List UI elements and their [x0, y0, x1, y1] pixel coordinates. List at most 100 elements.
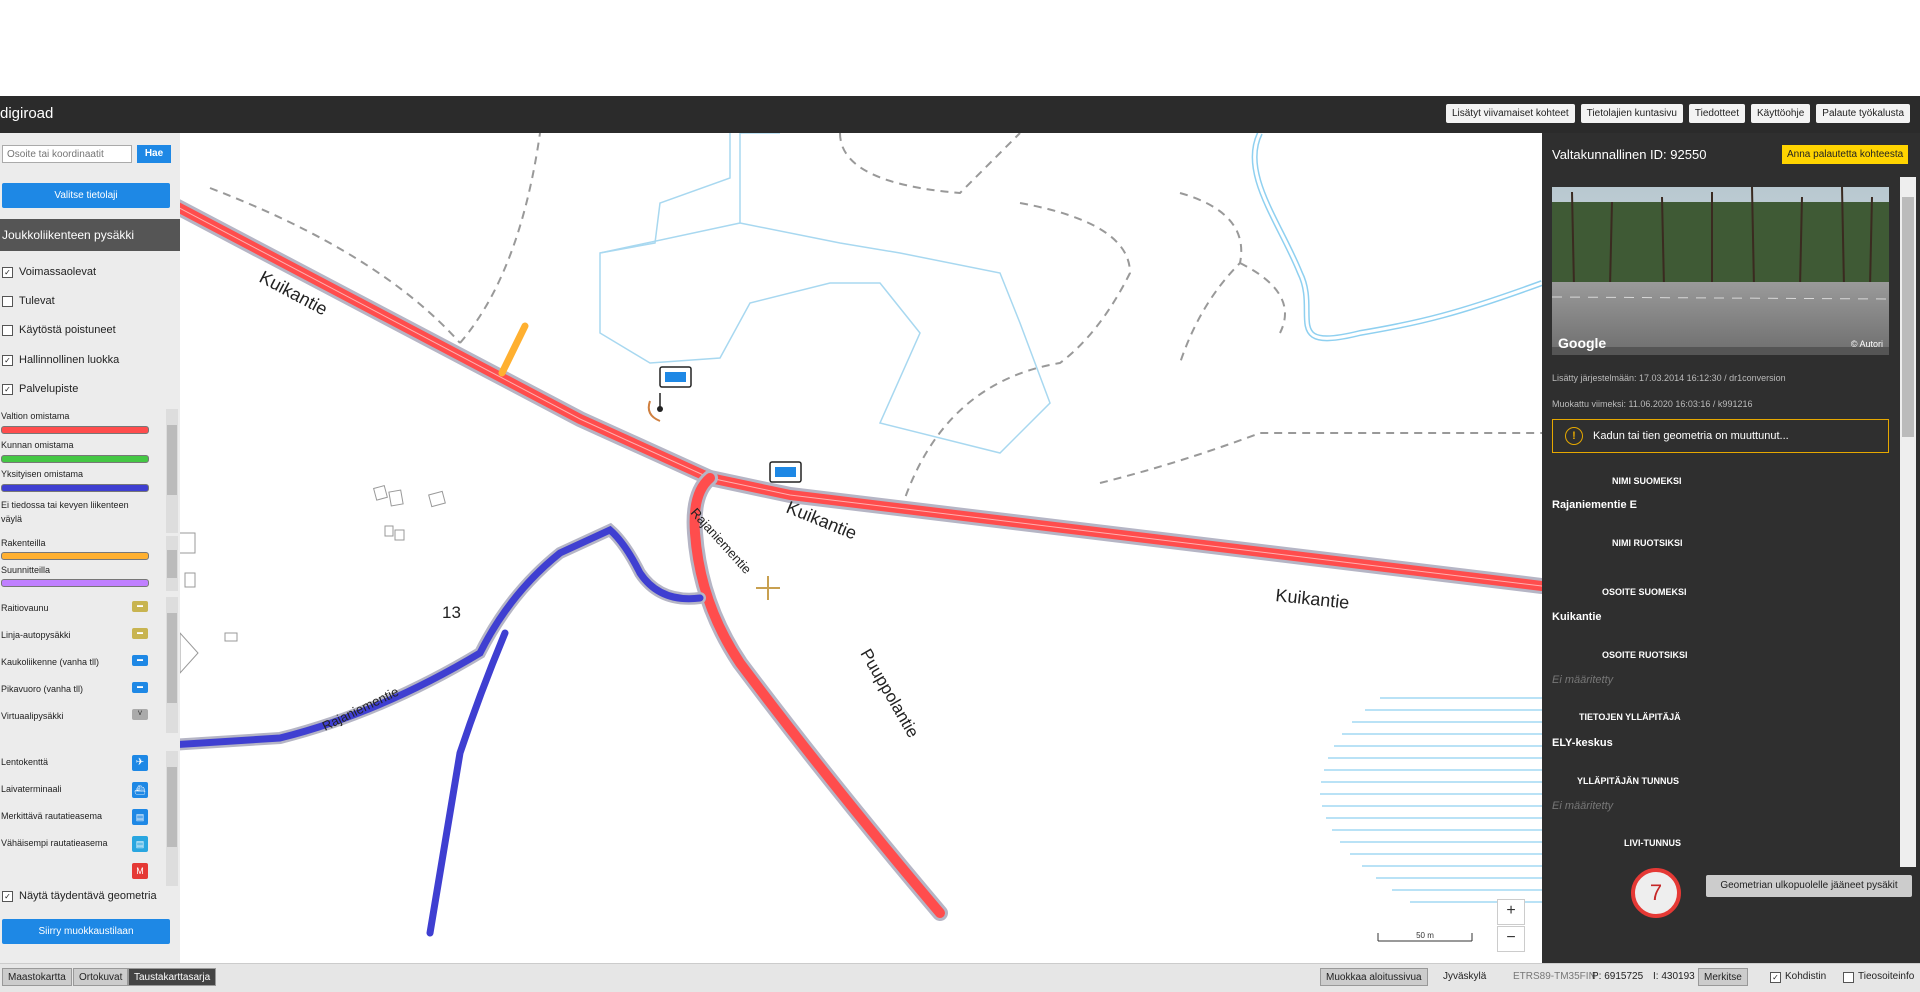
field-label: OSOITE SUOMEKSI: [1602, 587, 1687, 597]
field-value: Ei määritetty: [1552, 800, 1614, 812]
field-label: NIMI RUOTSIKSI: [1612, 538, 1683, 548]
ship-icon: ⛴: [132, 782, 148, 798]
filter-kaytosta-poistuneet[interactable]: Käytöstä poistuneet: [2, 324, 116, 336]
bus-icon: ▬: [132, 628, 148, 639]
stop-type-item: Virtuaalipysäkki V: [0, 705, 162, 732]
field-value: Rajaniementie E: [1552, 499, 1637, 511]
ownership-legend: Valtion omistama Kunnan omistama Yksityi…: [0, 409, 162, 533]
edit-mode-button[interactable]: Siirry muokkaustilaan: [2, 919, 170, 944]
service-point-item: metro-iconM: [0, 859, 162, 886]
filter-palvelupiste[interactable]: ✓ Palvelupiste: [2, 383, 78, 395]
outside-geometry-stops-button[interactable]: Geometrian ulkopuolelle jääneet pysäkit: [1706, 875, 1912, 897]
panel-scrollbar[interactable]: [1900, 177, 1916, 867]
zoom-in-button[interactable]: +: [1497, 899, 1525, 925]
filter-hallinnollinen-luokka[interactable]: ✓ Hallinnollinen luokka: [2, 354, 119, 366]
stop-type-item: Linja-autopysäkki ▬: [0, 624, 162, 651]
legend-item: Yksityisen omistama: [0, 467, 162, 496]
search-input[interactable]: [2, 145, 132, 163]
scroll-thumb[interactable]: [167, 767, 177, 847]
street-view-image[interactable]: Google © Autori: [1552, 187, 1889, 355]
service-points-scrollbar[interactable]: [166, 751, 178, 886]
field-value: Ei määritetty: [1552, 674, 1614, 686]
legend-item: Rakenteilla: [0, 536, 162, 563]
link-tiedotteet[interactable]: Tiedotteet: [1688, 104, 1746, 123]
coach-icon: ▬: [132, 655, 148, 666]
road-info-toggle[interactable]: Tieosoiteinfo: [1838, 968, 1919, 986]
train-icon: ▤: [132, 809, 148, 825]
supplementary-geometry-toggle[interactable]: ✓ Näytä täydentävä geometria: [2, 890, 157, 902]
map-canvas[interactable]: Kuikantie Kuikantie Kuikantie Rajaniemen…: [180, 133, 1542, 963]
link-kayttoohje[interactable]: Käyttöohje: [1751, 104, 1811, 123]
top-links: Lisätyt viivamaiset kohteet Tietolajien …: [1445, 104, 1920, 123]
field-label: OSOITE RUOTSIKSI: [1602, 650, 1688, 660]
field-label: YLLÄPITÄJÄN TUNNUS: [1577, 776, 1680, 786]
legend-item: Suunnitteilla: [0, 563, 162, 590]
digiroad-logo[interactable]: digiroad: [0, 105, 53, 122]
legend-item: Valtion omistama: [0, 409, 162, 438]
coordinate-i: I: 430193: [1653, 971, 1695, 982]
link-tietolajien-kuntasivu[interactable]: Tietolajien kuntasivu: [1580, 104, 1683, 123]
express-icon: ▬: [132, 682, 148, 693]
basemap-ortokuvat[interactable]: Ortokuvat: [73, 968, 129, 986]
construction-scrollbar[interactable]: [166, 536, 178, 591]
building-number-label: 13: [442, 603, 461, 622]
checkbox-checked[interactable]: ✓: [2, 354, 13, 366]
search-button[interactable]: Hae: [137, 145, 171, 163]
zoom-out-button[interactable]: −: [1497, 926, 1525, 952]
link-palaute-tyokalusta[interactable]: Palaute työkalusta: [1816, 104, 1910, 123]
legend-line-orange: [1, 552, 149, 560]
checkbox-checked[interactable]: ✓: [2, 383, 13, 395]
outside-stops-count-badge[interactable]: 7: [1631, 868, 1681, 918]
field-label: LIVI-TUNNUS: [1624, 838, 1681, 848]
legend-line-blue: [1, 484, 149, 492]
edit-start-page-button[interactable]: Muokkaa aloitussivua: [1320, 968, 1428, 986]
coordinate-p: P: 6915725: [1592, 971, 1644, 982]
scroll-thumb[interactable]: [1902, 197, 1914, 437]
stop-types-scrollbar[interactable]: [166, 597, 178, 733]
scroll-thumb[interactable]: [167, 613, 177, 703]
ownership-scrollbar[interactable]: [166, 409, 178, 533]
scroll-thumb[interactable]: [167, 425, 177, 495]
basemap-taustakarttasarja[interactable]: Taustakarttasarja: [128, 968, 217, 986]
mark-button[interactable]: Merkitse: [1698, 968, 1748, 986]
left-panel: Hae Valitse tietolaji Joukkoliikenteen p…: [0, 133, 182, 963]
filter-tulevat[interactable]: Tulevat: [2, 295, 55, 307]
legend-line-green: [1, 455, 149, 463]
legend-line-purple: [1, 579, 149, 587]
geometry-warning[interactable]: ! Kadun tai tien geometria on muuttunut.…: [1552, 419, 1889, 453]
field-label: TIETOJEN YLLÄPITÄJÄ: [1579, 712, 1681, 722]
legend-item: Kunnan omistama: [0, 438, 162, 467]
checkbox[interactable]: [1843, 971, 1854, 983]
basemap-maastokartta[interactable]: Maastokartta: [2, 968, 72, 986]
select-layer-button[interactable]: Valitse tietolaji: [2, 183, 170, 208]
google-logo: Google: [1558, 335, 1607, 351]
warning-icon: !: [1565, 427, 1583, 445]
checkbox[interactable]: [2, 295, 13, 307]
service-point-item: Vähäisempi rautatieasema ▤: [0, 832, 162, 859]
service-points-legend: Lentokenttä ✈ Laivaterminaali ⛴ Merkittävä…: [0, 751, 162, 886]
checkbox-checked[interactable]: ✓: [1770, 971, 1781, 983]
link-lisatyt-viivamaiset-kohteet[interactable]: Lisätyt viivamaiset kohteet: [1445, 104, 1575, 123]
checkbox-checked[interactable]: ✓: [2, 266, 13, 278]
bottom-bar: Maastokartta Ortokuvat Taustakarttasarja…: [0, 963, 1920, 992]
crosshair-toggle[interactable]: ✓ Kohdistin: [1765, 968, 1831, 986]
service-point-item: Merkittävä rautatieasema ▤: [0, 805, 162, 832]
legend-line-red: [1, 426, 149, 434]
municipality-label: Jyväskylä: [1443, 971, 1487, 982]
layer-title: Joukkoliikenteen pysäkki: [0, 219, 182, 251]
filter-voimassaolevat[interactable]: ✓ Voimassaolevat: [2, 266, 96, 278]
stop-type-item: Kaukoliikenne (vanha tll) ▬: [0, 651, 162, 678]
virtual-icon: V: [132, 709, 148, 720]
construction-legend: Rakenteilla Suunnitteilla: [0, 536, 162, 591]
legend-item: Ei tiedossa tai kevyen liikenteen väylä: [1, 500, 129, 524]
stop-type-item: Raitiovaunu ▬: [0, 597, 162, 624]
feedback-button[interactable]: Anna palautetta kohteesta: [1782, 145, 1909, 164]
street-view-credit: © Autori: [1850, 339, 1883, 349]
feature-title: Valtakunnallinen ID: 92550: [1552, 147, 1707, 162]
checkbox[interactable]: [2, 324, 13, 336]
checkbox-checked[interactable]: ✓: [2, 890, 13, 902]
scroll-thumb[interactable]: [167, 550, 177, 578]
metro-icon: M: [132, 863, 148, 879]
scale-label: 50 m: [1416, 931, 1434, 940]
airplane-icon: ✈: [132, 755, 148, 771]
